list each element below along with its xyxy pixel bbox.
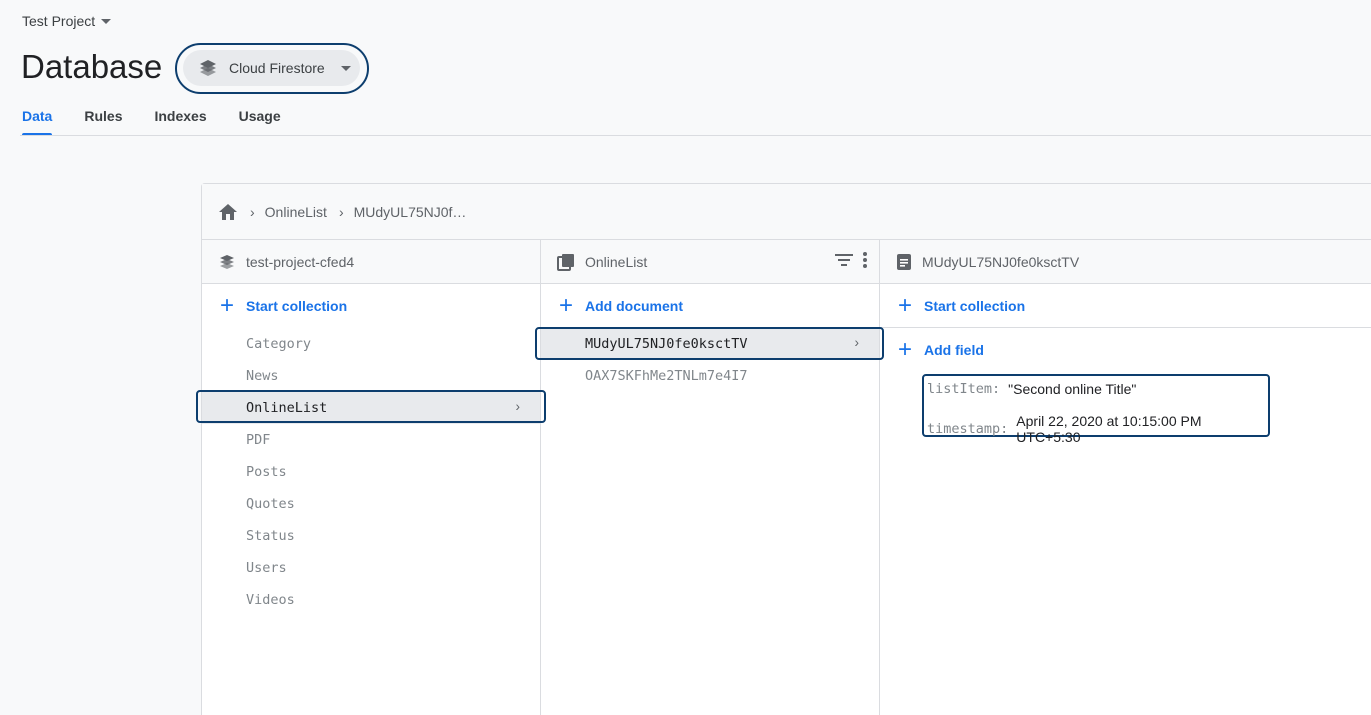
list-item-users[interactable]: Users	[202, 552, 540, 584]
list-item-news[interactable]: News	[202, 360, 540, 392]
plus-icon: +	[219, 292, 234, 319]
collection-icon	[557, 253, 574, 271]
chevron-right-icon: ›	[854, 335, 860, 350]
chevron-down-icon	[340, 65, 351, 71]
root-column: test-project-cfed4 + Start collection Ca…	[202, 240, 541, 715]
tab-indexes[interactable]: Indexes	[154, 100, 206, 136]
collection-title: OnlineList	[585, 253, 648, 270]
list-item-quotes[interactable]: Quotes	[202, 488, 540, 520]
project-name: Test Project	[22, 13, 96, 29]
breadcrumb-item-collection[interactable]: OnlineList	[265, 204, 327, 220]
document-column-header: MUdyUL75NJ0fe0ksctTV	[880, 240, 1371, 284]
list-item-videos[interactable]: Videos	[202, 584, 540, 616]
more-vert-icon[interactable]	[863, 252, 867, 268]
add-field-label: Add field	[924, 342, 984, 358]
chevron-right-icon: ›	[515, 399, 521, 414]
tab-bar: Data Rules Indexes Usage	[22, 100, 313, 136]
filter-icon[interactable]	[835, 253, 853, 267]
start-subcollection-button[interactable]: + Start collection	[880, 284, 1371, 328]
collection-tools	[835, 252, 867, 268]
list-item-label: OnlineList	[246, 400, 328, 416]
chevron-right-icon: ›	[250, 203, 255, 220]
field-row-listitem[interactable]: listItem: "Second online Title"	[927, 381, 1136, 397]
field-value: April 22, 2020 at 10:15:00 PM UTC+5:30	[1016, 413, 1202, 445]
collection-column: OnlineList + Add document MUdyUL75NJ0fe0…	[541, 240, 880, 715]
list-item-posts[interactable]: Posts	[202, 456, 540, 488]
list-item-label: MUdyUL75NJ0fe0ksctTV	[585, 336, 748, 352]
plus-icon: +	[897, 336, 912, 363]
list-item-status[interactable]: Status	[202, 520, 540, 552]
field-key: listItem:	[927, 381, 1001, 397]
document-list: MUdyUL75NJ0fe0ksctTV › OAX7SKFhMe2TNLm7e…	[541, 328, 879, 392]
list-item-document[interactable]: OAX7SKFhMe2TNLm7e4I7	[541, 360, 879, 392]
add-field-button[interactable]: + Add field	[880, 328, 1371, 372]
start-collection-button[interactable]: + Start collection	[202, 284, 540, 328]
data-viewer-panel: › OnlineList › MUdyUL75NJ0f… test-projec…	[201, 183, 1371, 715]
firestore-icon	[220, 254, 234, 269]
field-key: timestamp:	[927, 421, 1009, 437]
start-collection-label: Start collection	[924, 297, 1026, 314]
tab-usage[interactable]: Usage	[239, 100, 281, 136]
chevron-down-icon	[101, 18, 112, 24]
chevron-right-icon: ›	[338, 203, 344, 220]
list-item-category[interactable]: Category	[202, 328, 540, 360]
tab-data[interactable]: Data	[22, 100, 53, 136]
product-label: Cloud Firestore	[229, 60, 325, 76]
start-collection-label: Start collection	[246, 298, 348, 314]
document-icon	[897, 253, 911, 270]
collection-list: Category News OnlineList › PDF Posts Quo…	[202, 328, 540, 616]
field-row-timestamp[interactable]: timestamp: April 22, 2020 at 10:15:00 PM…	[927, 413, 1268, 445]
add-document-label: Add document	[585, 298, 683, 314]
list-item-onlinelist[interactable]: OnlineList ›	[202, 392, 540, 424]
field-value: "Second online Title"	[1008, 381, 1137, 397]
tab-divider	[20, 135, 1371, 136]
product-selector[interactable]: Cloud Firestore	[183, 50, 360, 86]
plus-icon: +	[897, 291, 912, 319]
breadcrumb: › OnlineList › MUdyUL75NJ0f…	[202, 184, 1371, 240]
plus-icon: +	[558, 292, 573, 319]
document-fields: listItem: "Second online Title" timestam…	[922, 374, 1270, 445]
project-selector[interactable]: Test Project	[22, 13, 112, 29]
firestore-icon	[200, 60, 216, 76]
document-column: MUdyUL75NJ0fe0ksctTV + Start collection …	[880, 240, 1371, 715]
add-document-button[interactable]: + Add document	[541, 284, 879, 328]
list-item-document-selected[interactable]: MUdyUL75NJ0fe0ksctTV ›	[541, 328, 879, 360]
breadcrumb-item-document[interactable]: MUdyUL75NJ0f…	[354, 204, 467, 220]
root-title: test-project-cfed4	[246, 253, 355, 270]
document-title: MUdyUL75NJ0fe0ksctTV	[922, 253, 1080, 270]
tab-rules[interactable]: Rules	[84, 100, 122, 136]
list-item-pdf[interactable]: PDF	[202, 424, 540, 456]
collection-column-header: OnlineList	[541, 240, 879, 284]
root-column-header: test-project-cfed4	[202, 240, 540, 284]
page-title: Database	[21, 48, 163, 85]
home-icon[interactable]	[218, 203, 238, 221]
